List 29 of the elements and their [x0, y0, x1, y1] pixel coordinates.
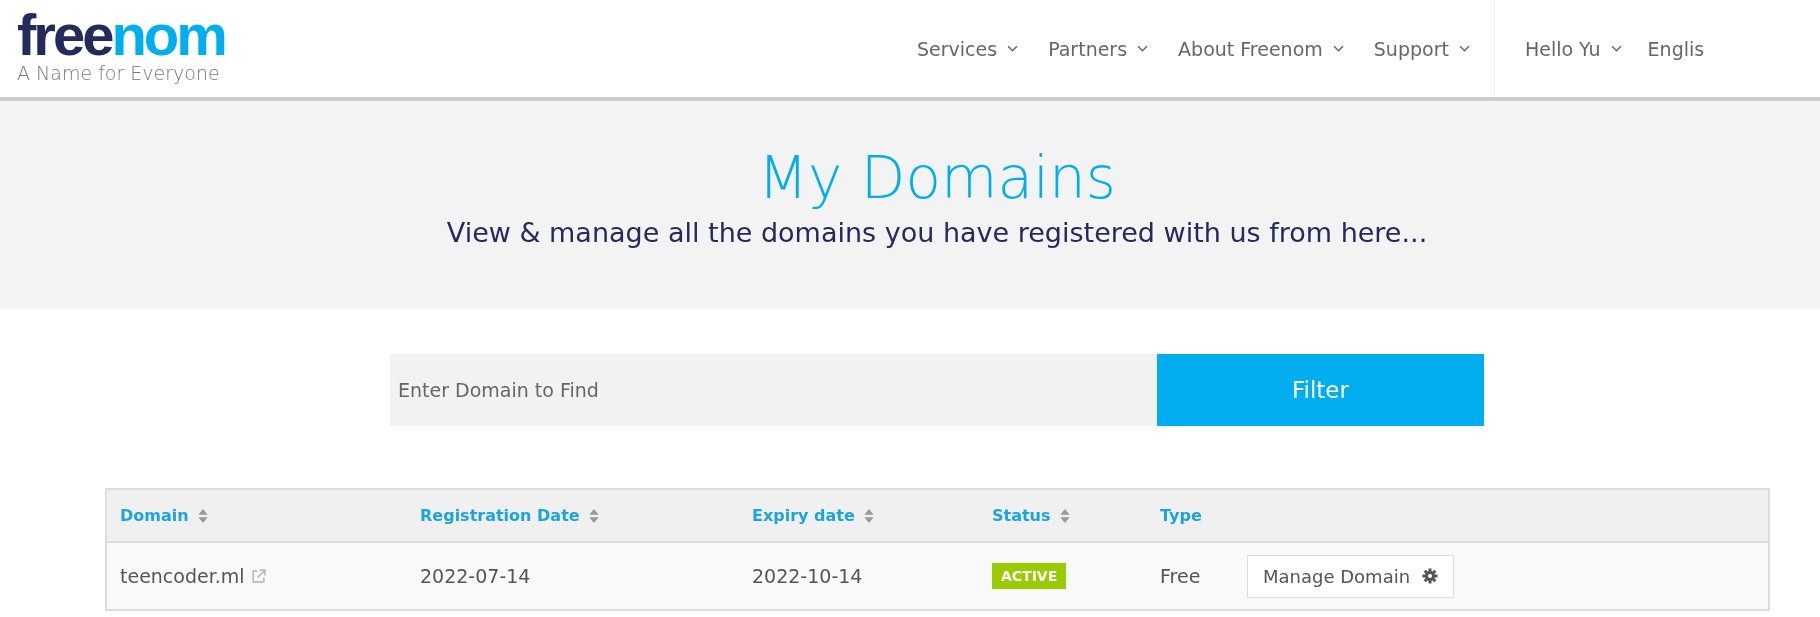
chevron-down-icon	[1137, 45, 1149, 52]
sort-icon	[588, 508, 599, 523]
chevron-down-icon	[1007, 45, 1019, 52]
column-header: Type	[1159, 506, 1203, 525]
gear-icon	[1422, 568, 1439, 584]
sort-icon	[197, 508, 208, 523]
external-link-icon[interactable]	[250, 568, 266, 584]
page-subtitle: View & manage all the domains you have registered with us from here...	[445, 217, 1429, 248]
account-menu-item[interactable]: Englis	[1647, 37, 1705, 60]
chevron-down-icon	[1458, 45, 1470, 52]
sort-icon	[1059, 508, 1070, 523]
chevron-down-icon	[1332, 45, 1344, 52]
page-title: My Domains	[756, 143, 1118, 213]
account-menu-item[interactable]: Hello Yu	[1524, 37, 1622, 60]
logo-tagline: A Name for Everyone	[17, 62, 221, 84]
table-cell: 2022-10-14	[752, 565, 863, 587]
domain-search-field[interactable]: Enter Domain to Find	[390, 354, 1157, 426]
sort-icon	[863, 508, 874, 523]
status-badge: ACTIVE	[992, 563, 1067, 589]
nav-menu-item[interactable]: Services	[917, 37, 1019, 60]
logo[interactable]: freenom	[17, 8, 225, 62]
table-cell: 2022-07-14	[420, 565, 531, 587]
manage-domain-button[interactable]: Manage Domain	[1247, 554, 1455, 598]
chevron-down-icon	[1610, 45, 1622, 52]
domain-link[interactable]: teencoder.ml	[120, 565, 245, 587]
nav-menu-item[interactable]: Partners	[1048, 37, 1149, 60]
nav-menu-item[interactable]: Support	[1373, 37, 1470, 60]
table-cell: Free	[1160, 565, 1201, 587]
nav-menu-item[interactable]: About Freenom	[1178, 37, 1344, 60]
